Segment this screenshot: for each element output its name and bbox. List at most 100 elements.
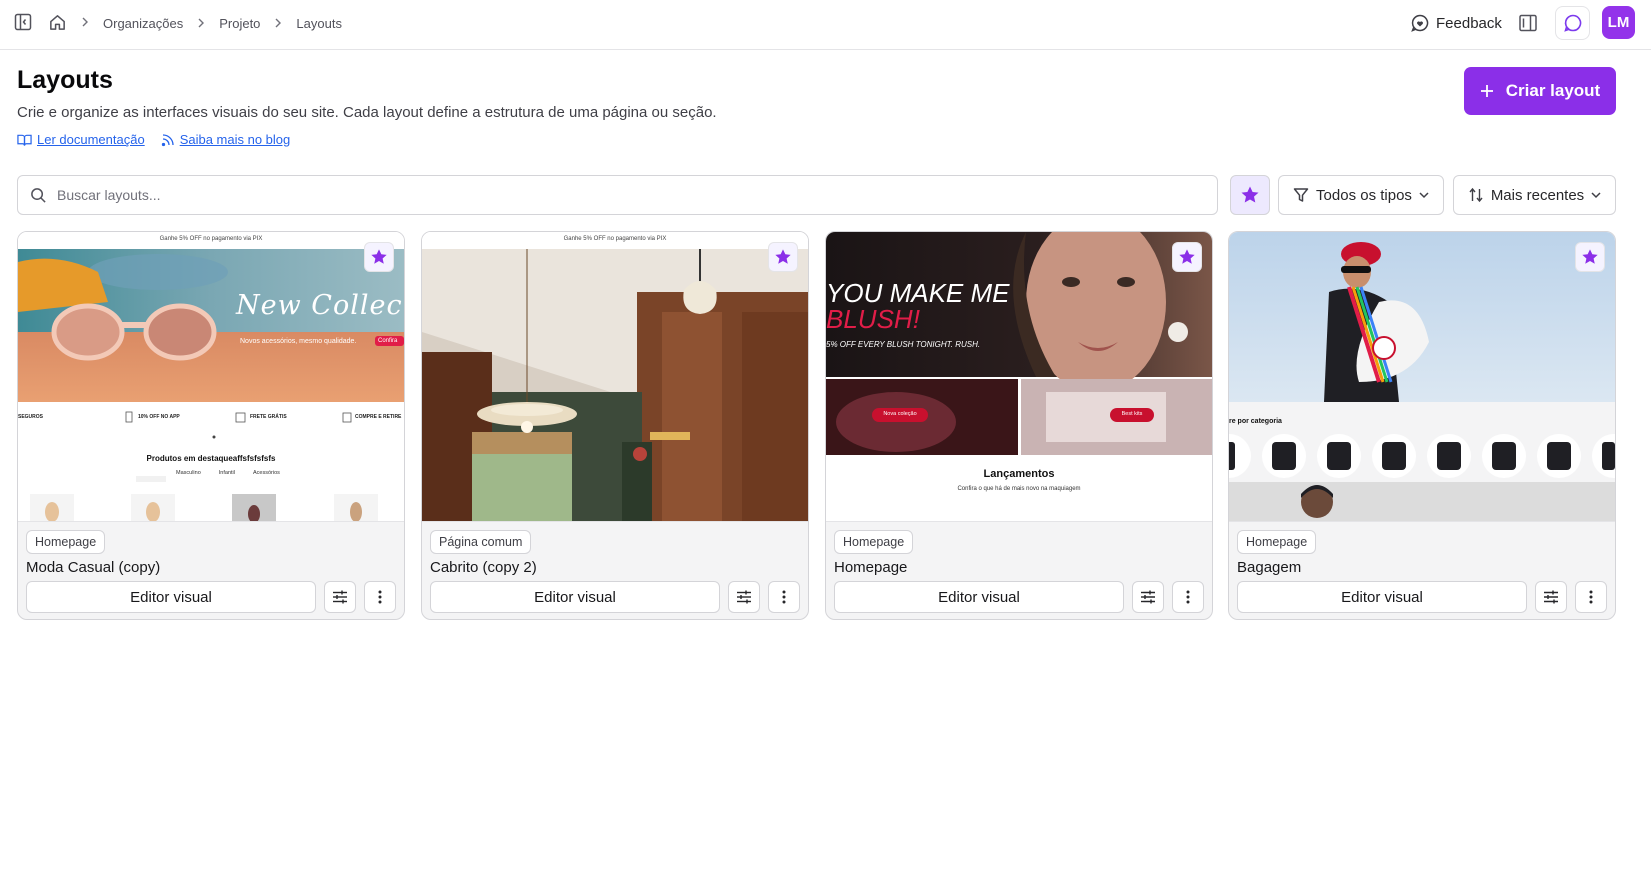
more-vertical-icon <box>1589 590 1593 604</box>
doc-link[interactable]: Ler documentação <box>17 132 145 147</box>
favorite-button[interactable] <box>1575 242 1605 272</box>
favorite-button[interactable] <box>364 242 394 272</box>
star-icon <box>774 248 792 266</box>
sliders-icon <box>736 589 752 605</box>
thumb-hero-text: New Collection <box>236 290 404 321</box>
layout-type-badge: Homepage <box>1237 530 1317 554</box>
feedback-button[interactable]: Feedback <box>1410 10 1502 36</box>
layout-type-badge: Homepage <box>834 530 914 554</box>
star-icon <box>370 248 388 266</box>
chevron-down-icon <box>1591 191 1601 199</box>
thumb-section-title: re por categoria <box>1229 418 1282 425</box>
thumb-hero-sub: 5% OFF EVERY BLUSH TONIGHT. RUSH. <box>826 340 981 349</box>
breadcrumb-organizacoes[interactable]: Organizações <box>103 16 183 31</box>
sliders-icon <box>332 589 348 605</box>
layout-card[interactable]: Ganhe 5% OFF no pagamento via PIX New Co… <box>17 231 405 620</box>
sort-label: Mais recentes <box>1490 186 1585 204</box>
layout-thumbnail: Ganhe 5% OFF no pagamento via PIX New Co… <box>18 232 404 522</box>
search-input[interactable] <box>57 187 1157 203</box>
sidebar-toggle-icon[interactable] <box>13 12 33 32</box>
thumb-btn-1: Nova coleção <box>883 411 917 417</box>
settings-sliders-button[interactable] <box>324 581 356 613</box>
layout-name: Homepage <box>834 559 908 576</box>
editor-visual-button[interactable]: Editor visual <box>834 581 1124 613</box>
thumbnail-moda-casual <box>18 232 404 521</box>
plus-icon <box>1480 84 1494 98</box>
sort-arrows-icon <box>1468 187 1484 203</box>
avatar[interactable]: LM <box>1602 6 1635 39</box>
thumb-hero-sub: Novos acessórios, mesmo qualidade. <box>240 338 357 345</box>
thumb-section-title: Produtos em destaqueaffsfsfsfsfs <box>146 454 276 463</box>
more-options-button[interactable] <box>1575 581 1607 613</box>
star-icon <box>1178 248 1196 266</box>
search-icon <box>30 187 47 204</box>
layout-name: Moda Casual (copy) <box>26 559 161 576</box>
layout-type-badge: Página comum <box>430 530 532 554</box>
sliders-icon <box>1140 589 1156 605</box>
chevron-down-icon <box>1419 191 1429 199</box>
editor-visual-button[interactable]: Editor visual <box>26 581 316 613</box>
layout-card[interactable]: YOU MAKE ME BLUSH! 5% OFF EVERY BLUSH TO… <box>825 231 1213 620</box>
layout-card[interactable]: Ganhe 5% OFF no pagamento via PIX Página… <box>421 231 809 620</box>
help-links: Ler documentação Saiba mais no blog <box>17 132 290 147</box>
thumbnail-bagagem <box>1229 232 1615 521</box>
layout-thumbnail: Ganhe 5% OFF no pagamento via PIX <box>422 232 808 522</box>
panel-toggle-icon[interactable] <box>1516 11 1540 35</box>
more-options-button[interactable] <box>364 581 396 613</box>
thumb-tabs: Masculino Infantil Acessórios <box>176 470 280 476</box>
page-title: Layouts <box>17 66 113 94</box>
layout-thumbnail: re por categoria <box>1229 232 1615 522</box>
settings-sliders-button[interactable] <box>728 581 760 613</box>
create-layout-button[interactable]: Criar layout <box>1464 67 1616 115</box>
thumb-section-sub: Confira o que há de mais novo na maquiag… <box>957 486 1081 492</box>
home-icon[interactable] <box>47 12 67 32</box>
top-bar: Organizações Projeto Layouts Feedback LM <box>0 0 1651 50</box>
type-filter-label: Todos os tipos <box>1316 186 1412 204</box>
favorites-filter-button[interactable] <box>1230 175 1270 215</box>
layout-name: Bagagem <box>1237 559 1302 576</box>
thumb-hero-cta: Confira <box>378 338 398 344</box>
more-options-button[interactable] <box>768 581 800 613</box>
layout-type-badge: Homepage <box>26 530 106 554</box>
feedback-label: Feedback <box>1436 14 1502 32</box>
blog-link-label: Saiba mais no blog <box>179 132 291 147</box>
feedback-heart-icon <box>1410 13 1430 33</box>
favorite-button[interactable] <box>1172 242 1202 272</box>
thumb-section-title: Lançamentos <box>983 468 1055 480</box>
thumb-promo: Ganhe 5% OFF no pagamento via PIX <box>18 232 404 247</box>
chat-icon[interactable] <box>1555 6 1590 40</box>
favorite-button[interactable] <box>768 242 798 272</box>
blog-link[interactable]: Saiba mais no blog <box>161 132 291 147</box>
thumbnail-cabrito <box>422 232 808 521</box>
more-vertical-icon <box>782 590 786 604</box>
sort-select[interactable]: Mais recentes <box>1453 175 1616 215</box>
more-vertical-icon <box>378 590 382 604</box>
filter-icon <box>1293 187 1309 203</box>
book-icon <box>17 133 32 147</box>
more-options-button[interactable] <box>1172 581 1204 613</box>
thumb-promo: Ganhe 5% OFF no pagamento via PIX <box>422 232 808 247</box>
thumb-tab: Acessórios <box>252 470 280 476</box>
thumb-benefit: FRETE GRÁTIS <box>250 414 287 420</box>
editor-visual-button[interactable]: Editor visual <box>430 581 720 613</box>
rss-icon <box>161 133 175 147</box>
editor-visual-button[interactable]: Editor visual <box>1237 581 1527 613</box>
doc-link-label: Ler documentação <box>37 132 145 147</box>
star-icon <box>1581 248 1599 266</box>
thumb-tab: Masculino <box>176 470 201 476</box>
settings-sliders-button[interactable] <box>1132 581 1164 613</box>
breadcrumb: Organizações Projeto Layouts <box>103 0 342 46</box>
layout-card[interactable]: re por categoria Homepage Bagagem Editor… <box>1228 231 1616 620</box>
breadcrumb-projeto[interactable]: Projeto <box>219 16 260 31</box>
more-vertical-icon <box>1186 590 1190 604</box>
search-box <box>17 175 1218 215</box>
chevron-right-icon <box>197 18 205 28</box>
thumb-benefit: 10% OFF NO APP <box>138 414 180 420</box>
type-filter-select[interactable]: Todos os tipos <box>1278 175 1444 215</box>
thumb-benefit: SEGUROS <box>18 414 44 420</box>
layout-name: Cabrito (copy 2) <box>430 559 537 576</box>
chevron-right-icon <box>274 18 282 28</box>
thumb-benefit: COMPRE E RETIRE <box>355 414 402 420</box>
chevron-right-icon <box>79 15 91 29</box>
settings-sliders-button[interactable] <box>1535 581 1567 613</box>
